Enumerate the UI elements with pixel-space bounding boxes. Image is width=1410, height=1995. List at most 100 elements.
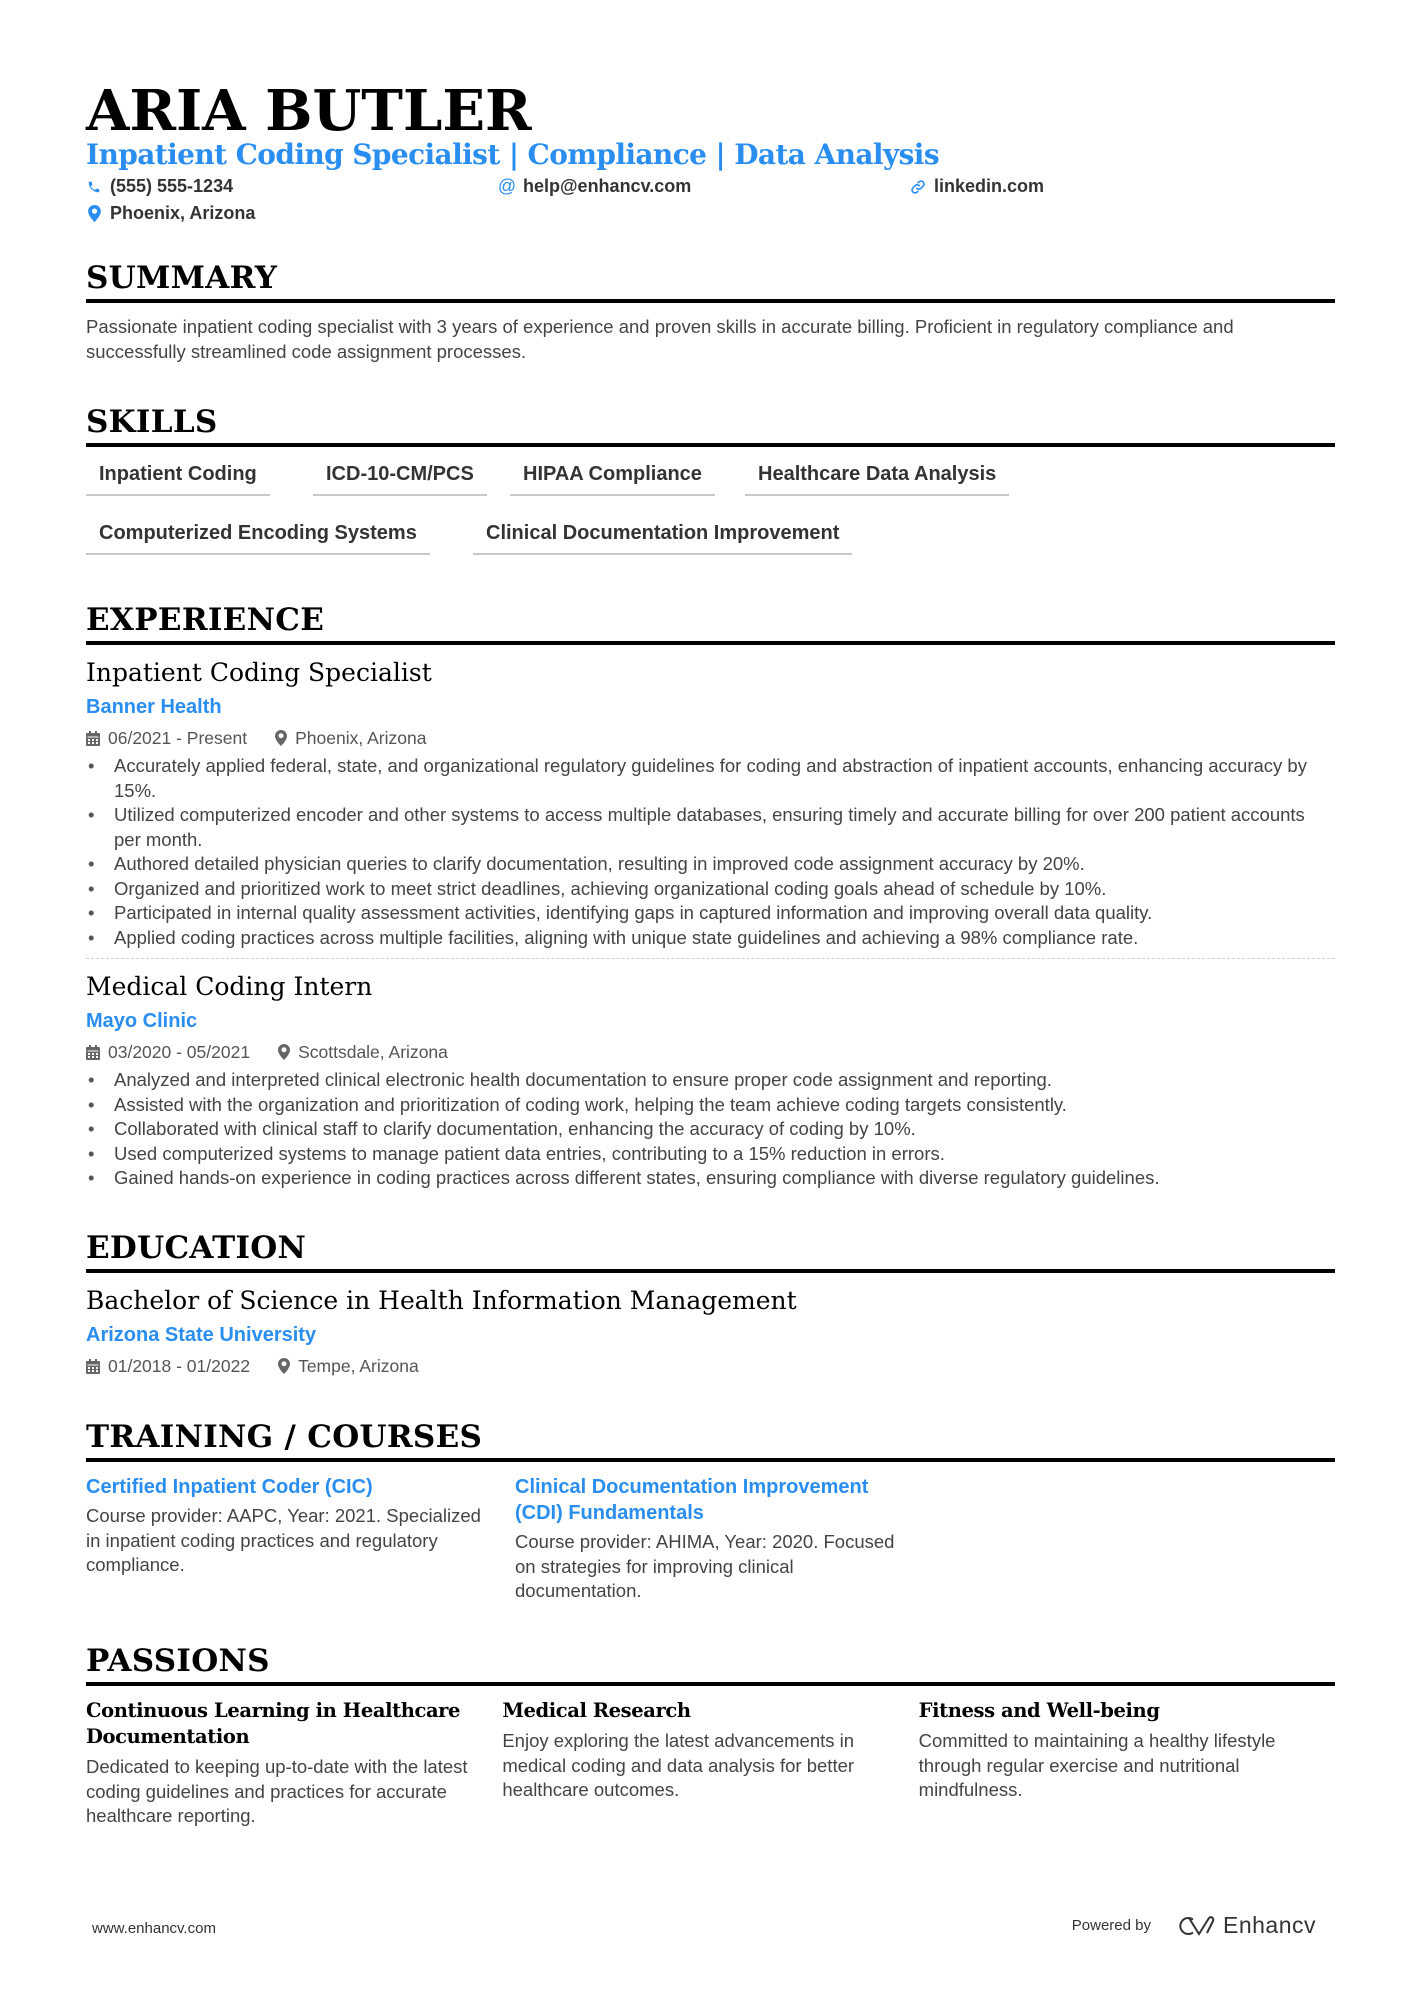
passions-list: Continuous Learning in Healthcare Docume…	[86, 1698, 1335, 1829]
section-divider	[86, 1682, 1335, 1686]
passion-title: Medical Research	[502, 1699, 691, 1722]
course-title: Clinical Documentation Improvement (CDI)…	[515, 1476, 869, 1524]
education-location: Tempe, Arizona	[298, 1356, 419, 1376]
skill-tag: Computerized Encoding Systems	[86, 522, 430, 555]
education-meta: 01/2018 - 01/2022 Tempe, Arizona	[86, 1352, 1335, 1380]
passion-item: Medical Research Enjoy exploring the lat…	[502, 1698, 918, 1829]
job-location: Scottsdale, Arizona	[298, 1042, 448, 1062]
calendar-icon	[86, 1044, 100, 1060]
passion-title: Fitness and Well-being	[918, 1699, 1160, 1722]
entry-divider	[86, 958, 1335, 959]
at-icon: @	[497, 176, 517, 196]
skill-tag: Healthcare Data Analysis	[745, 463, 1010, 496]
bullet-item: Gained hands-on experience in coding pra…	[86, 1166, 1335, 1191]
education-dates: 01/2018 - 01/2022	[108, 1356, 251, 1376]
experience-heading: EXPERIENCE	[86, 602, 325, 638]
website-value[interactable]: linkedin.com	[934, 176, 1044, 197]
contact-email: @ help@enhancv.com	[497, 176, 691, 197]
section-divider	[86, 1458, 1335, 1462]
bullet-item: Analyzed and interpreted clinical electr…	[86, 1068, 1335, 1093]
enhancv-logo-icon	[1179, 1915, 1215, 1936]
contact-location: Phoenix, Arizona	[86, 203, 255, 224]
job-dates: 03/2020 - 05/2021	[108, 1042, 251, 1062]
calendar-icon	[86, 1358, 100, 1374]
bullet-item: Organized and prioritized work to meet s…	[86, 877, 1335, 902]
passion-item: Fitness and Well-being Committed to main…	[919, 1698, 1335, 1829]
education-entry: Bachelor of Science in Health Informatio…	[86, 1285, 1335, 1380]
calendar-icon	[86, 730, 100, 746]
footer-branding: Powered by Enhancv	[1072, 1912, 1316, 1939]
training-list: Certified Inpatient Coder (CIC) Course p…	[86, 1474, 1335, 1604]
section-divider	[86, 299, 1335, 303]
summary-heading: SUMMARY	[86, 260, 278, 296]
candidate-name: ARIA BUTLER	[86, 78, 532, 144]
course-description: Course provider: AAPC, Year: 2021. Speci…	[86, 1505, 481, 1575]
summary-section: SUMMARY Passionate inpatient coding spec…	[86, 259, 1335, 364]
bullet-item: Assisted with the organization and prior…	[86, 1093, 1335, 1118]
passion-title: Continuous Learning in Healthcare Docume…	[86, 1699, 461, 1748]
job-dates: 06/2021 - Present	[108, 728, 248, 748]
course-title: Certified Inpatient Coder (CIC)	[86, 1476, 373, 1498]
skills-list: Inpatient Coding ICD-10-CM/PCS HIPAA Com…	[86, 463, 1335, 593]
section-divider	[86, 1269, 1335, 1273]
section-divider	[86, 641, 1335, 645]
degree: Bachelor of Science in Health Informatio…	[86, 1286, 797, 1315]
bullet-item: Participated in internal quality assessm…	[86, 901, 1335, 926]
training-section: TRAINING / COURSES Certified Inpatient C…	[86, 1418, 1335, 1604]
course-description: Course provider: AHIMA, Year: 2020. Focu…	[515, 1531, 895, 1601]
skill-tag: Clinical Documentation Improvement	[473, 522, 853, 555]
education-heading: EDUCATION	[86, 1230, 307, 1266]
experience-section: EXPERIENCE Inpatient Coding Specialist B…	[86, 601, 1335, 1191]
job-meta: 06/2021 - Present Phoenix, Arizona	[86, 724, 1335, 752]
bullet-item: Authored detailed physician queries to c…	[86, 852, 1335, 877]
bullet-item: Utilized computerized encoder and other …	[86, 803, 1335, 852]
bullet-item: Accurately applied federal, state, and o…	[86, 754, 1335, 803]
job-bullets: Analyzed and interpreted clinical electr…	[86, 1068, 1335, 1191]
experience-entry: Inpatient Coding Specialist Banner Healt…	[86, 657, 1335, 950]
enhancv-logo[interactable]: Enhancv	[1177, 1912, 1316, 1939]
passions-section: PASSIONS Continuous Learning in Healthca…	[86, 1642, 1335, 1829]
passion-description: Dedicated to keeping up-to-date with the…	[86, 1756, 468, 1826]
education-section: EDUCATION Bachelor of Science in Health …	[86, 1229, 1335, 1380]
map-pin-icon	[278, 1044, 291, 1060]
job-meta: 03/2020 - 05/2021 Scottsdale, Arizona	[86, 1038, 1335, 1066]
candidate-headline: Inpatient Coding Specialist | Compliance…	[86, 138, 940, 171]
skills-heading: SKILLS	[86, 404, 218, 440]
bullet-item: Applied coding practices across multiple…	[86, 926, 1335, 951]
map-pin-icon	[86, 205, 102, 222]
summary-text: Passionate inpatient coding specialist w…	[86, 316, 1234, 362]
job-title: Medical Coding Intern	[86, 972, 373, 1001]
training-heading: TRAINING / COURSES	[86, 1419, 483, 1455]
passions-heading: PASSIONS	[86, 1643, 270, 1679]
footer-website[interactable]: www.enhancv.com	[92, 1920, 216, 1937]
phone-icon	[86, 179, 102, 195]
passion-description: Enjoy exploring the latest advancements …	[502, 1730, 855, 1800]
contact-phone: (555) 555-1234	[86, 176, 233, 197]
brand-name: Enhancv	[1222, 1912, 1316, 1938]
job-location: Phoenix, Arizona	[295, 728, 427, 748]
skill-tag: Inpatient Coding	[86, 463, 270, 496]
course-item: Clinical Documentation Improvement (CDI)…	[515, 1474, 944, 1604]
bullet-item: Collaborated with clinical staff to clar…	[86, 1117, 1335, 1142]
passion-item: Continuous Learning in Healthcare Docume…	[86, 1698, 502, 1829]
powered-by-label: Powered by	[1071, 1917, 1151, 1934]
map-pin-icon	[275, 730, 288, 746]
company-name: Banner Health	[86, 696, 222, 718]
map-pin-icon	[278, 1358, 291, 1374]
location-value: Phoenix, Arizona	[110, 203, 256, 223]
skills-section: SKILLS Inpatient Coding ICD-10-CM/PCS HI…	[86, 403, 1335, 593]
bullet-item: Used computerized systems to manage pati…	[86, 1142, 1335, 1167]
contact-website: linkedin.com	[910, 176, 1044, 197]
school-name: Arizona State University	[86, 1324, 317, 1346]
company-name: Mayo Clinic	[86, 1010, 198, 1032]
job-title: Inpatient Coding Specialist	[86, 658, 432, 687]
email-value[interactable]: help@enhancv.com	[523, 176, 691, 197]
course-item: Certified Inpatient Coder (CIC) Course p…	[86, 1474, 515, 1604]
skill-tag: ICD-10-CM/PCS	[313, 463, 487, 496]
experience-entry: Medical Coding Intern Mayo Clinic 03/202…	[86, 971, 1335, 1191]
section-divider	[86, 443, 1335, 447]
passion-description: Committed to maintaining a healthy lifes…	[918, 1730, 1276, 1800]
link-icon	[910, 179, 926, 195]
job-bullets: Accurately applied federal, state, and o…	[86, 754, 1335, 950]
phone-value[interactable]: (555) 555-1234	[110, 176, 233, 197]
